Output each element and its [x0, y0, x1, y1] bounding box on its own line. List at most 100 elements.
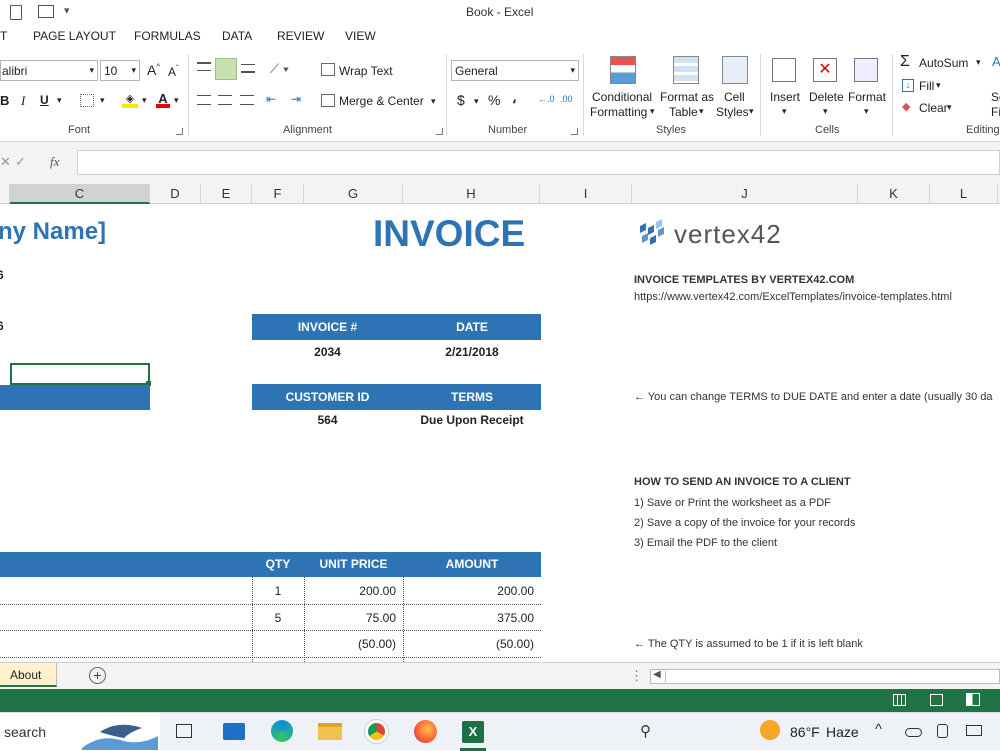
bill-to-header[interactable] — [0, 385, 150, 410]
form-icon[interactable] — [38, 5, 54, 18]
sort-filter-icon[interactable]: A — [992, 54, 1000, 69]
search-box[interactable]: search — [0, 713, 160, 751]
worksheet[interactable]: ny Name] 6 6 INVOICE vertex42 INVOICE # … — [0, 204, 1000, 662]
date-value[interactable]: 2/21/2018 — [403, 345, 541, 359]
chevron-down-icon[interactable]: ▾ — [474, 96, 479, 107]
increase-decimal-icon[interactable]: ←.0 — [538, 94, 555, 104]
new-sheet-button[interactable]: + — [89, 667, 106, 684]
more-options-icon[interactable]: ⋮ — [630, 668, 643, 684]
amount-cell[interactable]: (50.00) — [403, 637, 534, 651]
chevron-down-icon[interactable]: ▾ — [976, 57, 981, 68]
clear-button[interactable]: Clear — [919, 101, 948, 115]
cell-styles-icon[interactable] — [722, 56, 748, 84]
tab-data[interactable]: DATA — [222, 29, 252, 43]
autosum-button[interactable]: AutoSum — [919, 56, 968, 70]
terms-value[interactable]: Due Upon Receipt — [403, 413, 541, 427]
excel-icon[interactable]: X — [462, 721, 484, 743]
align-center-icon[interactable] — [218, 95, 232, 105]
font-name-select[interactable]: alibri ▾ — [0, 60, 98, 81]
column-header-c[interactable]: C — [10, 184, 150, 204]
font-color-icon[interactable]: A — [156, 91, 170, 108]
eraser-icon[interactable]: ◆ — [902, 100, 910, 113]
company-name[interactable]: ny Name] — [0, 218, 106, 246]
qty-header[interactable]: QTY — [252, 552, 304, 577]
unit-price-cell[interactable]: 75.00 — [304, 611, 396, 625]
people-icon[interactable]: ⚲ — [640, 722, 651, 740]
autosum-icon[interactable]: Σ — [900, 53, 910, 71]
qty-cell[interactable]: 1 — [252, 584, 304, 598]
chevron-down-icon[interactable]: ▾ — [100, 95, 105, 106]
howto-step-3[interactable]: 3) Email the PDF to the client — [634, 537, 777, 549]
invoice-number-value[interactable]: 2034 — [252, 345, 403, 359]
chevron-down-icon[interactable]: ▾ — [142, 95, 147, 106]
column-header-d[interactable]: D — [150, 184, 201, 204]
decrease-indent-icon[interactable]: ⇤ — [266, 92, 276, 106]
terms-note[interactable]: ← You can change TERMS to DUE DATE and e… — [634, 391, 993, 403]
fill-icon[interactable]: ↓ — [902, 79, 914, 92]
merge-center-button[interactable]: Merge & Center — [339, 94, 424, 108]
weather-temp[interactable]: 86°F — [790, 724, 820, 740]
tab-page-layout[interactable]: PAGE LAYOUT — [33, 29, 116, 43]
phone-cell[interactable]: 6 — [0, 319, 4, 333]
invoice-number-header[interactable]: INVOICE # — [252, 314, 403, 340]
amount-cell[interactable]: 200.00 — [403, 584, 534, 598]
tab-formulas[interactable]: FORMULAS — [134, 29, 201, 43]
wrap-text-button[interactable]: Wrap Text — [339, 64, 393, 78]
page-break-view-icon[interactable] — [966, 693, 980, 706]
tab-insert[interactable]: T — [0, 29, 7, 43]
howto-step-2[interactable]: 2) Save a copy of the invoice for your r… — [634, 517, 855, 529]
vertex42-logo[interactable]: vertex42 — [634, 216, 799, 252]
table-row[interactable]: 1 200.00 200.00 — [0, 577, 541, 604]
mail-icon[interactable] — [223, 723, 245, 740]
enter-icon[interactable]: ✓ — [15, 154, 26, 170]
horizontal-scrollbar[interactable]: ◀ — [650, 669, 1000, 684]
dialog-launcher-icon[interactable] — [571, 128, 578, 135]
column-header-i[interactable]: I — [540, 184, 632, 204]
firefox-icon[interactable] — [414, 720, 437, 743]
scroll-left-icon[interactable]: ◀ — [653, 669, 661, 680]
increase-font-icon[interactable]: A^ — [147, 62, 160, 78]
insert-function-button[interactable]: fx — [50, 154, 59, 170]
dialog-launcher-icon[interactable] — [436, 128, 443, 135]
align-middle-icon[interactable] — [215, 58, 237, 80]
customer-id-header[interactable]: CUSTOMER ID — [252, 384, 403, 410]
number-format-select[interactable]: General ▾ — [451, 60, 579, 81]
fill-color-icon[interactable]: ◈ — [122, 92, 138, 108]
currency-button[interactable]: $ — [457, 92, 465, 108]
invoice-title[interactable]: INVOICE — [373, 213, 525, 255]
howto-step-1[interactable]: 1) Save or Print the worksheet as a PDF — [634, 497, 831, 509]
wrap-text-icon[interactable] — [321, 63, 335, 76]
format-cells-icon[interactable] — [854, 58, 878, 82]
fill-button[interactable]: Fill — [919, 79, 934, 93]
increase-indent-icon[interactable]: ⇥ — [291, 92, 301, 106]
cancel-icon[interactable]: ✕ — [0, 154, 11, 170]
column-header-g[interactable]: G — [304, 184, 403, 204]
italic-button[interactable]: I — [21, 93, 25, 109]
decrease-decimal-icon[interactable]: .00 — [560, 94, 573, 104]
align-top-icon[interactable] — [197, 62, 211, 71]
formula-input[interactable] — [77, 150, 1000, 175]
column-header-h[interactable]: H — [403, 184, 540, 204]
format-as-table-icon[interactable] — [673, 56, 699, 84]
chevron-down-icon[interactable]: ▾ — [936, 80, 941, 91]
comma-button[interactable]: ، — [512, 90, 517, 107]
onedrive-icon[interactable] — [905, 728, 922, 737]
templates-title[interactable]: INVOICE TEMPLATES BY VERTEX42.COM — [634, 274, 854, 286]
column-header-l[interactable]: L — [930, 184, 998, 204]
amount-header[interactable]: AMOUNT — [403, 552, 541, 577]
chevron-down-icon[interactable]: ▾ — [57, 95, 62, 106]
table-row[interactable]: 5 75.00 375.00 — [0, 604, 541, 630]
orientation-icon[interactable]: ⟋ ▾ — [270, 61, 289, 77]
unit-price-header[interactable]: UNIT PRICE — [304, 552, 403, 577]
table-row[interactable]: (50.00) (50.00) — [0, 630, 541, 657]
task-view-icon[interactable] — [176, 724, 192, 738]
normal-view-icon[interactable] — [893, 694, 906, 706]
format-button[interactable]: Format — [848, 90, 886, 104]
unit-price-cell[interactable]: (50.00) — [304, 637, 396, 651]
address-cell[interactable]: 6 — [0, 268, 4, 282]
bold-button[interactable]: B — [0, 93, 9, 108]
sort-filter-button[interactable]: So — [991, 90, 1000, 104]
chevron-down-icon[interactable]: ▾ — [431, 96, 436, 107]
weather-desc[interactable]: Haze — [826, 724, 859, 740]
tab-view[interactable]: VIEW — [345, 29, 376, 43]
